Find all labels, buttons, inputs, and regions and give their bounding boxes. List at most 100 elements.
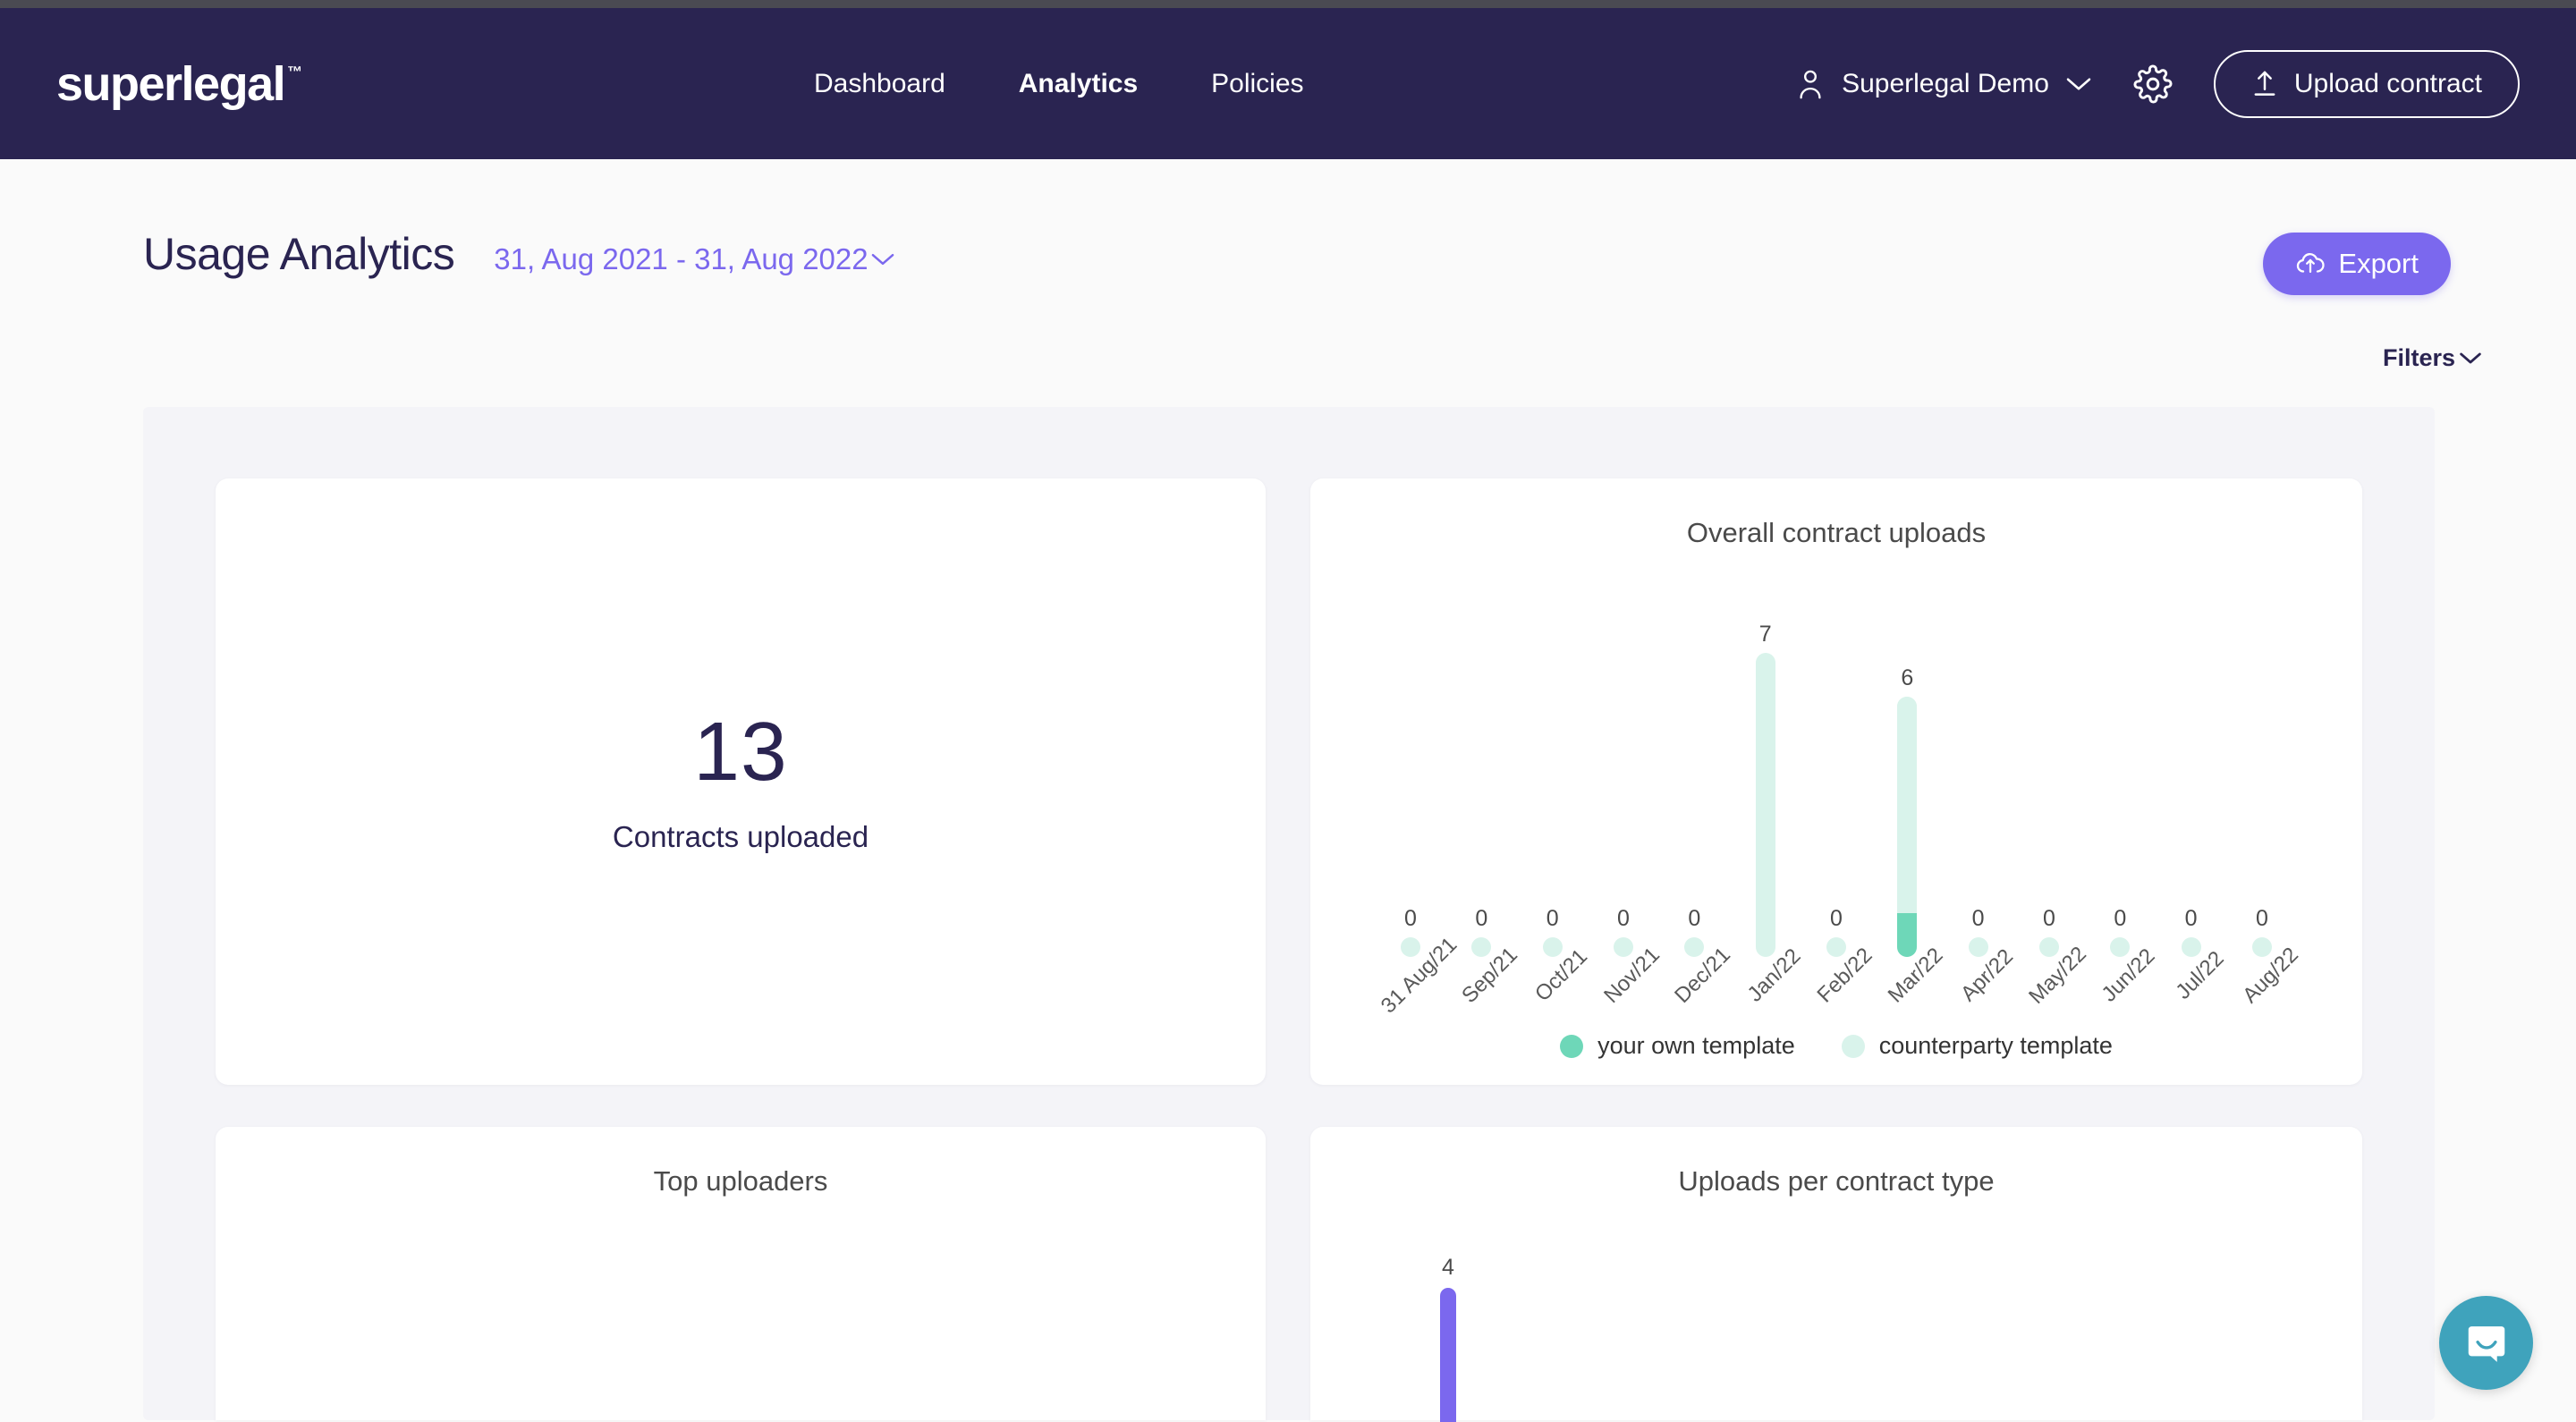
bar-column[interactable]: 0 [1673, 581, 1716, 957]
bar-column[interactable]: 0 [1957, 581, 2000, 957]
bar-column[interactable]: 0 [1460, 581, 1503, 957]
user-name-label: Superlegal Demo [1842, 69, 2049, 99]
nav-link-dashboard[interactable]: Dashboard [814, 69, 945, 99]
bar-stack [1969, 937, 1988, 957]
contract-type-bar-value: 4 [1442, 1257, 1454, 1279]
top-uploaders-card: Top uploaders [216, 1127, 1266, 1420]
bar-stack [1897, 697, 1917, 957]
header-right-group: Superlegal Demo [1795, 50, 2520, 118]
bar-value-label: 0 [2043, 908, 2055, 930]
date-range-label: 31, Aug 2021 - 31, Aug 2022 [494, 242, 868, 276]
x-axis-tick: Jul/22 [2170, 961, 2213, 1042]
x-axis-tick: Oct/21 [1531, 961, 1574, 1042]
legend-label-counterparty-template: counterparty template [1879, 1032, 2113, 1060]
superlegal-logo[interactable]: superlegal ™ [56, 60, 302, 108]
x-axis-tick: May/22 [2028, 961, 2071, 1042]
overall-uploads-title: Overall contract uploads [1310, 517, 2362, 549]
bar-value-label: 7 [1759, 623, 1772, 646]
logo-wordmark: superlegal [56, 60, 284, 108]
bar-column[interactable]: 0 [2098, 581, 2141, 957]
bar-column[interactable]: 7 [1744, 581, 1787, 957]
x-axis-labels: 31 Aug/21Sep/21Oct/21Nov/21Dec/21Jan/22F… [1389, 961, 2284, 1042]
upload-contract-button[interactable]: Upload contract [2214, 50, 2520, 118]
uploads-per-contract-type-card: Uploads per contract type 4 [1310, 1127, 2362, 1420]
bar-column[interactable]: 0 [2170, 581, 2213, 957]
chart-legend: your own template counterparty template [1310, 1032, 2362, 1060]
analytics-panel: 13 Contracts uploaded Overall contract u… [143, 407, 2435, 1420]
bar-segment-counterparty-template [1756, 653, 1775, 957]
cloud-upload-icon [2295, 250, 2326, 277]
bar-stack [1401, 937, 1420, 957]
contract-type-bar [1440, 1288, 1456, 1422]
bar-stack [2252, 937, 2272, 957]
overall-contract-uploads-card: Overall contract uploads 0000070600000 3… [1310, 478, 2362, 1085]
bar-value-label: 0 [1475, 908, 1487, 930]
main-navigation: Dashboard Analytics Policies [814, 69, 1304, 99]
logo-trademark: ™ [287, 63, 302, 81]
bar-stack [2039, 937, 2059, 957]
gear-icon [2133, 64, 2173, 104]
app-header: superlegal ™ Dashboard Analytics Policie… [0, 8, 2576, 159]
export-label: Export [2338, 248, 2419, 280]
bar-column[interactable]: 0 [2241, 581, 2284, 957]
bar-value-label: 0 [1972, 908, 1985, 930]
person-icon [1795, 68, 1826, 100]
kpi-block: 13 Contracts uploaded [216, 478, 1266, 1085]
bar-stack [1756, 653, 1775, 957]
chevron-down-icon [870, 251, 895, 267]
bar-column[interactable]: 0 [2028, 581, 2071, 957]
bar-stack [2182, 937, 2201, 957]
uploads-per-type-plot: 4 [1427, 1261, 2232, 1422]
contracts-uploaded-card: 13 Contracts uploaded [216, 478, 1266, 1085]
bar-column[interactable]: 0 [1815, 581, 1858, 957]
x-axis-tick: Mar/22 [1885, 961, 1928, 1042]
contract-type-bar-column[interactable]: 4 [1427, 1257, 1470, 1422]
bar-value-label: 6 [1901, 667, 1913, 690]
filters-button[interactable]: Filters [2383, 344, 2482, 372]
bar-stack [1614, 937, 1633, 957]
kpi-value: 13 [693, 710, 787, 793]
settings-button[interactable] [2133, 64, 2173, 104]
overall-uploads-plot: 0 0 0 0 0 7 0 6 0 0 0 0 0 [1389, 563, 2284, 957]
upload-contract-label: Upload contract [2294, 69, 2482, 99]
bar-column[interactable]: 0 [1531, 581, 1574, 957]
bar-value-label: 0 [1546, 908, 1559, 930]
nav-link-analytics[interactable]: Analytics [1019, 69, 1138, 99]
top-uploaders-title: Top uploaders [216, 1165, 1266, 1198]
date-range-picker[interactable]: 31, Aug 2021 - 31, Aug 2022 [494, 242, 894, 276]
bar-stack [1543, 937, 1563, 957]
legend-item-own-template[interactable]: your own template [1560, 1032, 1795, 1060]
bar-value-label: 0 [2114, 908, 2126, 930]
upload-arrow-icon [2251, 70, 2278, 98]
page-header-row: Usage Analytics 31, Aug 2021 - 31, Aug 2… [143, 228, 895, 280]
chevron-down-icon [2065, 75, 2092, 93]
bar-value-label: 0 [1404, 908, 1417, 930]
bar-segment-own-template [1897, 913, 1917, 957]
x-axis-tick: Apr/22 [1957, 961, 2000, 1042]
bar-column[interactable]: 6 [1885, 581, 1928, 957]
bar-segment-counterparty-template [1897, 697, 1917, 914]
nav-link-policies[interactable]: Policies [1211, 69, 1303, 99]
x-axis-tick: Jun/22 [2098, 961, 2141, 1042]
page-title: Usage Analytics [143, 228, 454, 280]
export-button[interactable]: Export [2263, 233, 2451, 295]
bar-column[interactable]: 0 [1602, 581, 1645, 957]
x-axis-tick: Sep/21 [1460, 961, 1503, 1042]
bar-stack [1826, 937, 1846, 957]
bar-value-label: 0 [1830, 908, 1843, 930]
user-menu[interactable]: Superlegal Demo [1795, 68, 2092, 100]
bar-value-label: 0 [1688, 908, 1700, 930]
intercom-chat-button[interactable] [2439, 1296, 2533, 1390]
bar-value-label: 0 [2185, 908, 2198, 930]
x-axis-tick: Aug/22 [2241, 961, 2284, 1042]
bar-value-label: 0 [1617, 908, 1630, 930]
legend-item-counterparty-template[interactable]: counterparty template [1842, 1032, 2113, 1060]
legend-dot-own-template [1560, 1035, 1583, 1058]
x-axis-tick: Jan/22 [1744, 961, 1787, 1042]
filters-label: Filters [2383, 344, 2455, 372]
chat-bubble-icon [2462, 1319, 2511, 1367]
bar-value-label: 0 [2256, 908, 2268, 930]
bar-column[interactable]: 0 [1389, 581, 1432, 957]
bar-stack [1684, 937, 1704, 957]
bar-series-container: 0 0 0 0 0 7 0 6 0 0 0 0 0 [1389, 581, 2284, 957]
